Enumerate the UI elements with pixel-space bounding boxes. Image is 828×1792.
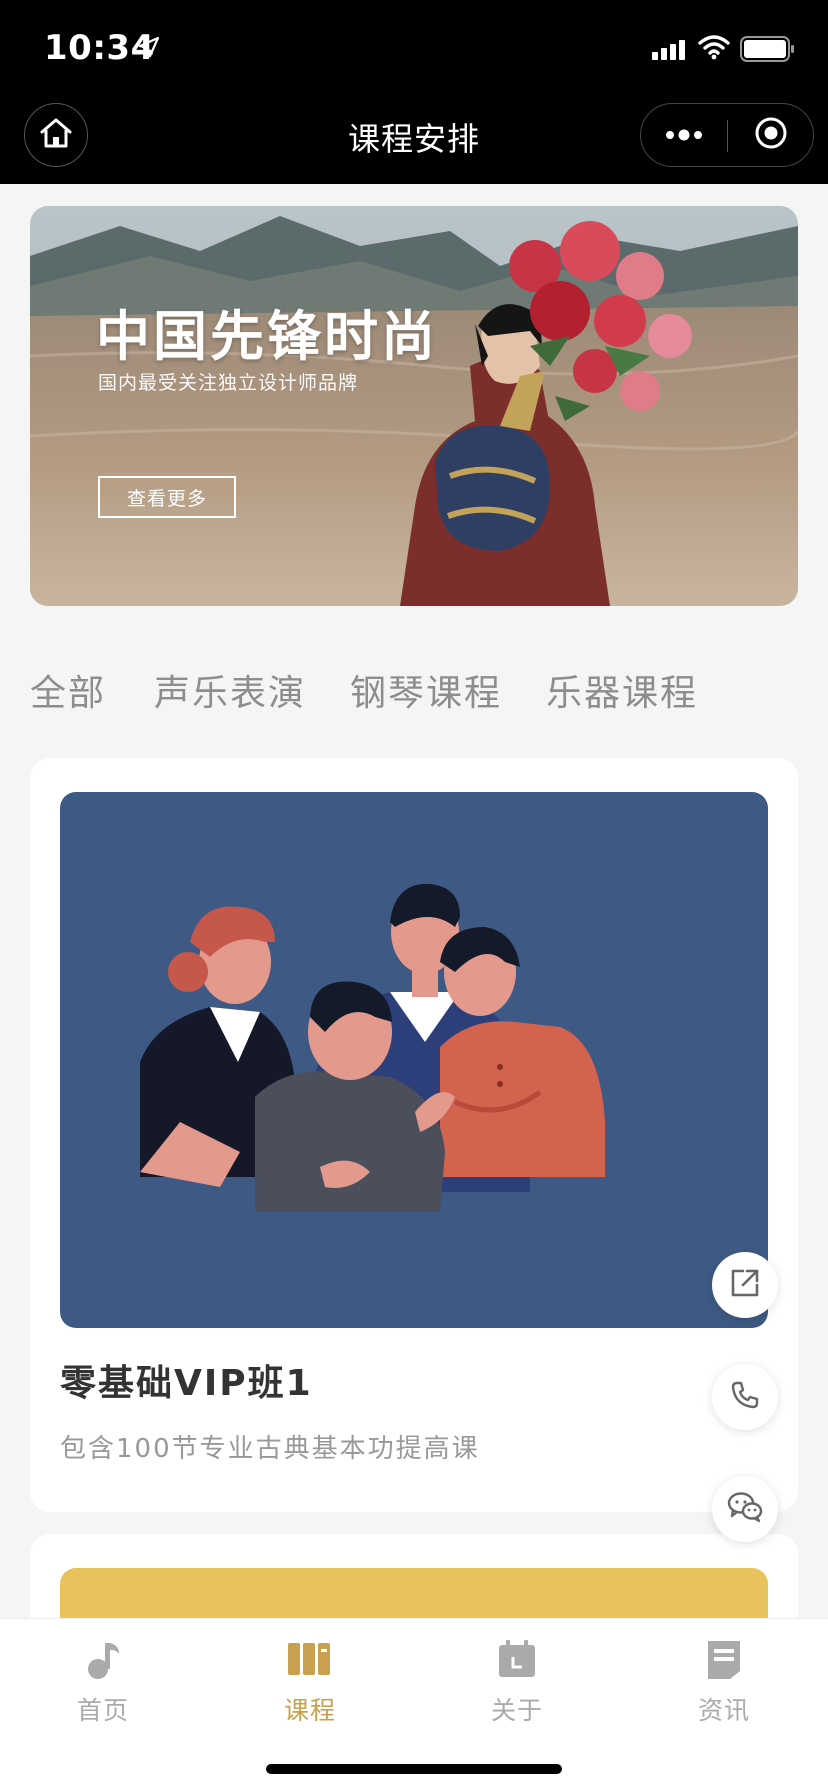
document-icon — [664, 1631, 784, 1687]
phone-icon — [729, 1379, 761, 1415]
course-description: 包含100节专业古典基本功提高课 — [60, 1434, 480, 1464]
promo-banner[interactable]: 中国先锋时尚 国内最受关注独立设计师品牌 查看更多 — [30, 206, 798, 606]
more-dots-icon — [664, 126, 704, 145]
calendar-icon — [457, 1631, 577, 1687]
banner-image — [30, 206, 798, 606]
share-button[interactable] — [712, 1252, 778, 1318]
wechat-icon — [727, 1491, 763, 1527]
course-title[interactable]: 零基础VIP班1 — [60, 1354, 313, 1406]
tabbar-item-home[interactable]: 首页 — [43, 1631, 163, 1731]
tabbar-label: 课程 — [283, 1696, 336, 1725]
tabbar-label: 首页 — [76, 1696, 129, 1725]
wechat-button[interactable] — [712, 1476, 778, 1542]
wifi-icon — [698, 34, 730, 64]
tab-all[interactable]: 全部 — [30, 664, 106, 716]
tabbar-label: 资讯 — [697, 1696, 750, 1725]
phone-button[interactable] — [712, 1364, 778, 1430]
more-button[interactable] — [641, 104, 727, 166]
tabbar-item-news[interactable]: 资讯 — [664, 1631, 784, 1731]
nav-bar: 课程安排 — [0, 96, 828, 184]
course-image — [60, 792, 768, 1328]
music-note-icon — [43, 1631, 163, 1687]
external-link-icon — [729, 1267, 761, 1303]
tabbar-label: 关于 — [490, 1696, 543, 1725]
target-circle-icon — [753, 115, 789, 155]
course-card[interactable]: 零基础VIP班1 包含100节专业古典基本功提高课 — [30, 758, 798, 1512]
banner-title: 中国先锋时尚 — [96, 305, 438, 368]
home-indicator — [266, 1764, 562, 1774]
tab-instrument[interactable]: 乐器课程 — [546, 664, 698, 716]
location-arrow-icon — [138, 36, 160, 62]
tabbar-item-about[interactable]: 关于 — [457, 1631, 577, 1731]
cellular-signal-icon — [652, 38, 688, 64]
banner-subtitle: 国内最受关注独立设计师品牌 — [98, 372, 359, 394]
books-icon — [250, 1631, 370, 1687]
status-bar: 10:34 — [0, 0, 828, 96]
tabbar-item-courses[interactable]: 课程 — [250, 1631, 370, 1731]
banner-more-button[interactable]: 查看更多 — [98, 476, 236, 518]
people-illustration — [140, 883, 605, 1212]
battery-icon — [740, 36, 796, 66]
mini-program-capsule — [640, 103, 814, 167]
tab-piano[interactable]: 钢琴课程 — [350, 664, 502, 716]
tab-vocal[interactable]: 声乐表演 — [154, 664, 306, 716]
close-miniprogram-button[interactable] — [729, 104, 813, 166]
capsule-divider — [727, 120, 728, 152]
